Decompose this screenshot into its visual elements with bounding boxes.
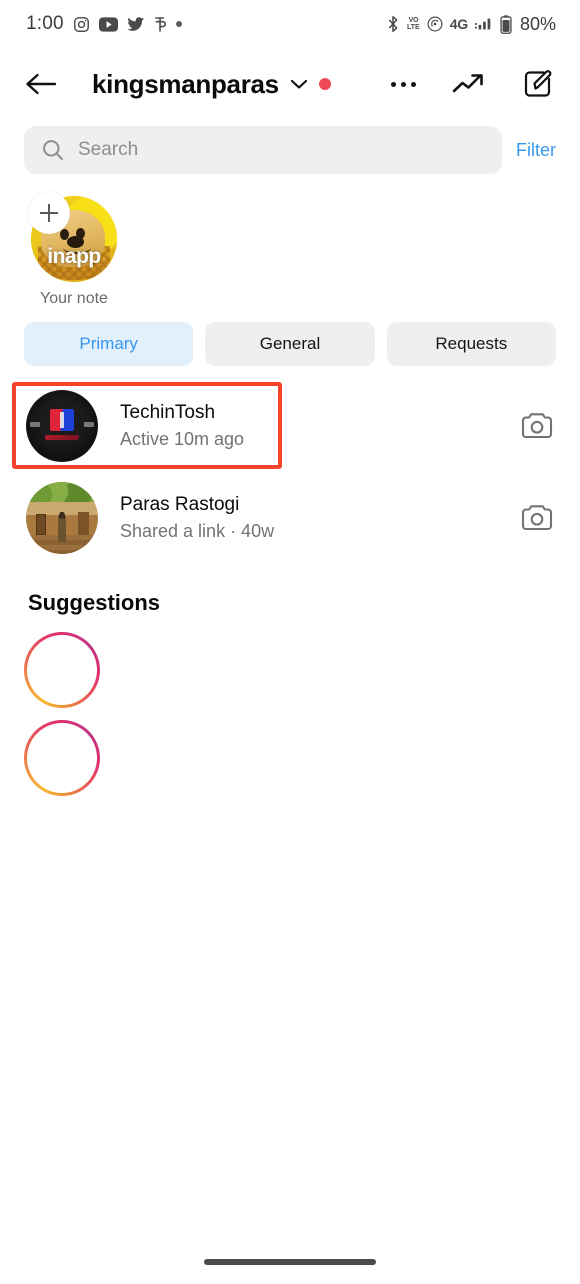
your-note[interactable]: inapp Your note xyxy=(24,192,124,308)
trending-up-icon[interactable] xyxy=(452,71,486,97)
table-row[interactable]: TechinTosh Active 10m ago xyxy=(0,380,580,472)
unread-dot-icon xyxy=(318,78,331,90)
instagram-direct-screen: 1:00 VO LTE 4G 80% kingsmanparas Search … xyxy=(0,0,580,1284)
system-navigation-bar xyxy=(0,1240,580,1284)
status-bar: 1:00 VO LTE 4G 80% xyxy=(0,0,580,48)
chat-text: Paras Rastogi Shared a link · 40w xyxy=(120,494,274,542)
notes-row: inapp Your note xyxy=(0,174,580,308)
chevron-down-icon[interactable] xyxy=(290,78,308,90)
avatar-door-left xyxy=(36,513,47,536)
list-item: TechinTosh xyxy=(120,402,216,423)
avatar-wordmark xyxy=(44,434,80,440)
search-input[interactable]: Search xyxy=(24,126,502,174)
search-placeholder: Search xyxy=(78,139,139,160)
avatar-foliage xyxy=(26,482,98,503)
compose-icon[interactable] xyxy=(522,68,554,100)
chat-text: TechinTosh Active 10m ago xyxy=(120,402,244,450)
twitter-icon xyxy=(126,16,145,31)
filter-button[interactable]: Filter xyxy=(516,140,556,161)
camera-icon[interactable] xyxy=(520,503,554,533)
tab-general[interactable]: General xyxy=(205,322,375,366)
youtube-icon xyxy=(98,16,118,32)
page-title: kingsmanparas xyxy=(92,68,279,99)
volte-icon: VO LTE xyxy=(406,17,420,31)
app-header: kingsmanparas xyxy=(0,48,580,120)
home-gesture-pill[interactable] xyxy=(204,1259,376,1265)
suggestions-title: Suggestions xyxy=(28,590,161,615)
camera-icon[interactable] xyxy=(520,411,554,441)
search-row: Search Filter xyxy=(0,120,580,174)
status-bar-right: VO LTE 4G 80% xyxy=(386,14,556,35)
header-actions xyxy=(391,68,554,100)
notification-dot-icon xyxy=(175,21,182,27)
status-bar-clock: 1:00 xyxy=(26,13,64,34)
chat-subtitle: Active 10m ago xyxy=(120,429,245,449)
avatar xyxy=(27,635,97,705)
list-item: Paras Rastogi xyxy=(120,494,240,515)
plus-icon[interactable] xyxy=(28,192,70,234)
avatar[interactable] xyxy=(26,482,98,554)
more-options-icon[interactable] xyxy=(391,81,416,87)
avatar-detail-left xyxy=(29,421,40,428)
back-arrow-icon[interactable] xyxy=(24,69,58,99)
note-label: Your note xyxy=(40,290,108,307)
tab-primary[interactable]: Primary xyxy=(24,322,194,366)
bluetooth-icon xyxy=(388,16,398,32)
avatar-detail-right xyxy=(84,421,95,428)
list-item[interactable] xyxy=(24,632,100,708)
signal-bars-icon xyxy=(474,18,491,30)
list-item[interactable] xyxy=(24,720,100,796)
status-bar-left: 1:00 xyxy=(26,13,182,35)
phonepe-icon xyxy=(154,16,166,32)
avatar-door-right xyxy=(77,512,90,536)
avatar-caption: inapp xyxy=(47,245,101,269)
account-switcher[interactable]: kingsmanparas xyxy=(92,69,331,100)
suggestions-list xyxy=(0,616,580,796)
inbox-tabs: Primary General Requests xyxy=(0,308,580,366)
table-row[interactable]: Paras Rastogi Shared a link · 40w xyxy=(0,472,580,564)
avatar[interactable] xyxy=(26,390,98,462)
avatar xyxy=(27,723,97,793)
network-type-label: 4G xyxy=(449,16,468,32)
battery-icon xyxy=(500,14,512,34)
search-icon xyxy=(43,140,63,160)
instagram-icon xyxy=(73,16,89,32)
avatar-person xyxy=(58,512,66,543)
chat-list: TechinTosh Active 10m ago Paras Rastogi … xyxy=(0,366,580,564)
note-avatar-wrap[interactable]: inapp xyxy=(28,192,117,282)
battery-percentage: 80% xyxy=(519,13,556,34)
avatar-logo xyxy=(49,409,75,432)
hotspot-icon xyxy=(427,16,443,32)
chat-subtitle: Shared a link · 40w xyxy=(120,521,275,541)
tab-requests[interactable]: Requests xyxy=(386,322,556,366)
